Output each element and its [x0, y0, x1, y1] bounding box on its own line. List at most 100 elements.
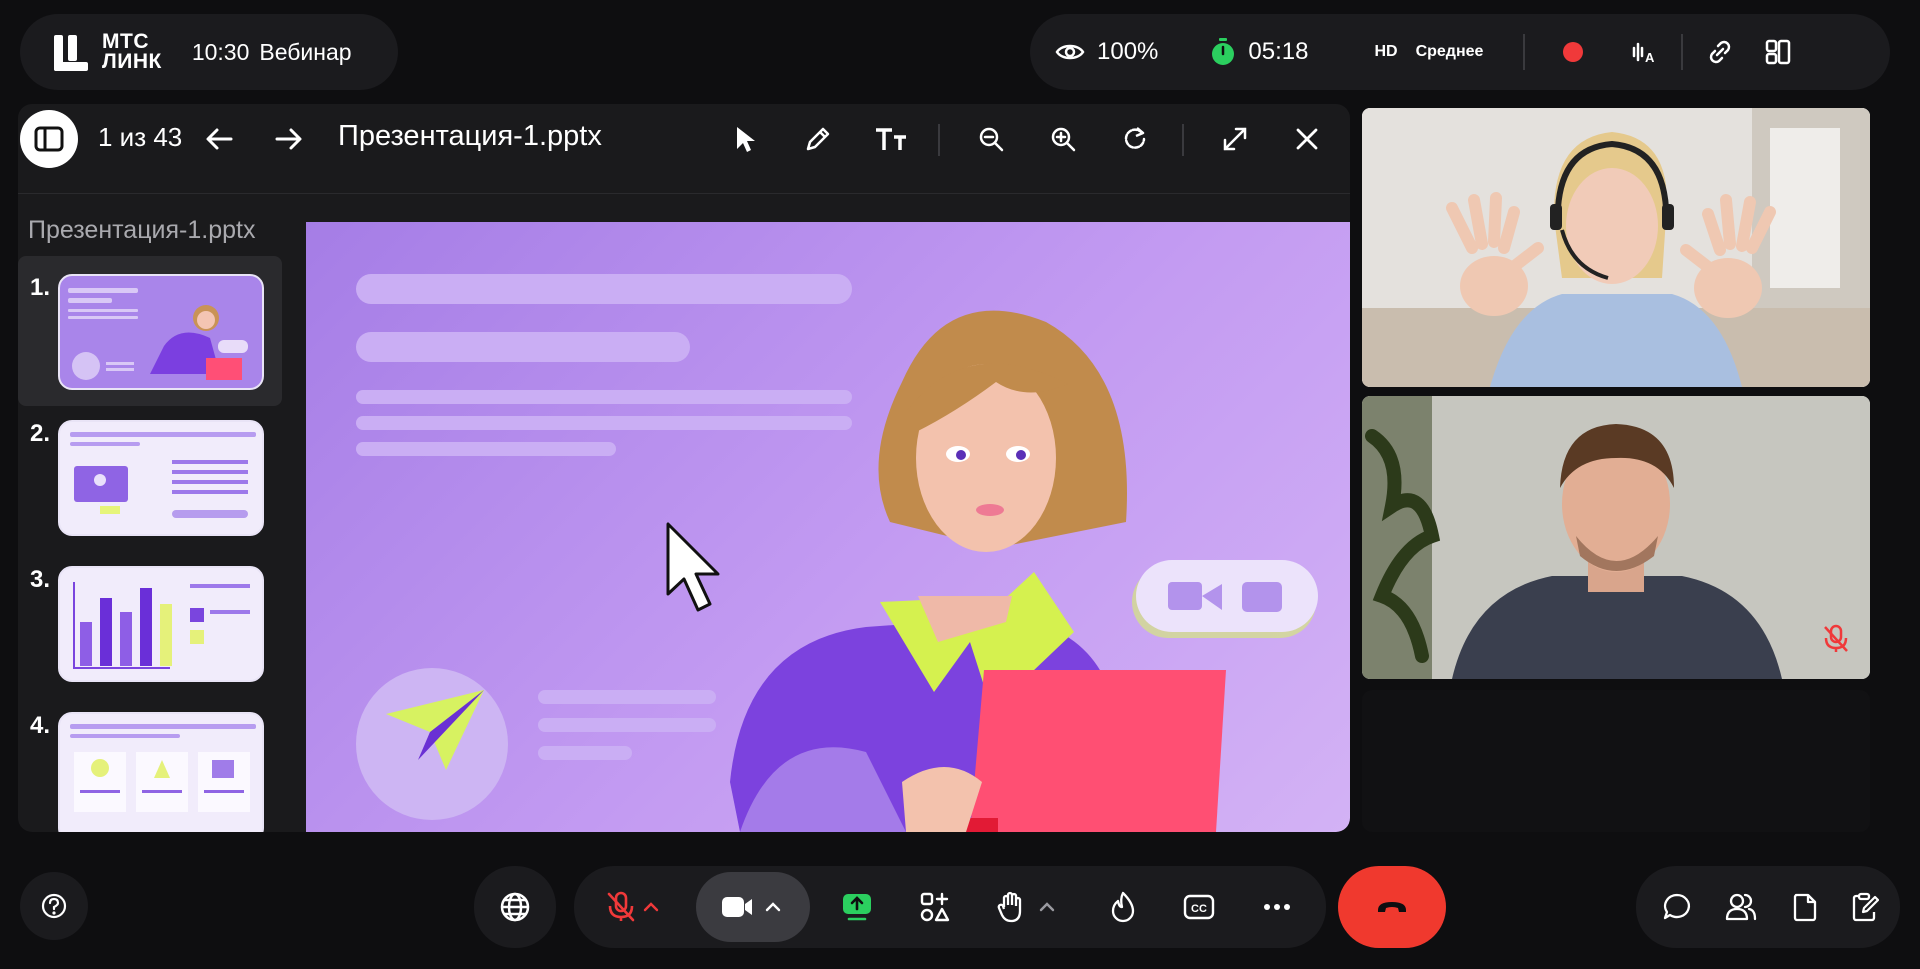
- timer-value: 05:18: [1248, 38, 1309, 65]
- share-screen-button[interactable]: [834, 884, 880, 930]
- brand-pill: МТС ЛИНК 10:30 Вебинар: [20, 14, 398, 90]
- recording-indicator[interactable]: [1563, 42, 1584, 62]
- svg-text:A: A: [1645, 50, 1655, 64]
- fullscreen-button[interactable]: [1212, 116, 1258, 162]
- mic-off-icon: [607, 891, 635, 922]
- stopwatch-icon: [1210, 38, 1236, 66]
- participants-icon: [1725, 893, 1757, 921]
- zoom-in-icon: [1051, 127, 1076, 152]
- participant-video-man[interactable]: [1362, 396, 1870, 679]
- more-button[interactable]: [1254, 884, 1300, 930]
- timer-indicator: 05:18: [1210, 38, 1308, 66]
- hand-options-button[interactable]: [1034, 884, 1060, 930]
- apps-button[interactable]: [912, 884, 958, 930]
- side-panels-bar: [1636, 866, 1900, 948]
- slide-thumbnail[interactable]: 3.: [18, 548, 282, 698]
- slide-thumbnail[interactable]: 2.: [18, 402, 282, 552]
- link-icon[interactable]: [1697, 29, 1743, 75]
- camera-icon: [722, 897, 752, 917]
- slide-illustration: [356, 274, 1318, 832]
- audio-language-icon[interactable]: A: [1621, 29, 1667, 75]
- help-button[interactable]: [20, 872, 88, 940]
- chat-icon: [1663, 893, 1691, 920]
- mts-link-logo-icon: [50, 33, 88, 71]
- prev-slide-button[interactable]: [196, 116, 242, 162]
- rotate-button[interactable]: [1112, 116, 1158, 162]
- camera-options-button[interactable]: [758, 884, 788, 930]
- help-icon: [41, 893, 67, 919]
- event-time: 10:30: [191, 38, 250, 65]
- captions-icon: CC: [1183, 894, 1215, 920]
- visibility-indicator[interactable]: 100%: [1055, 38, 1158, 66]
- share-screen-icon: [843, 894, 871, 921]
- arrow-right-icon: [275, 128, 302, 150]
- zoom-out-button[interactable]: [968, 116, 1014, 162]
- sidebar-toggle-button[interactable]: [20, 110, 78, 168]
- brand-name: МТС ЛИНК: [102, 30, 162, 73]
- files-icon: [1793, 893, 1817, 922]
- pointer-tool-button[interactable]: [722, 116, 768, 162]
- close-presentation-button[interactable]: [1284, 116, 1330, 162]
- captions-button[interactable]: CC: [1176, 884, 1222, 930]
- participant-video-woman[interactable]: [1362, 108, 1870, 387]
- more-icon: [1264, 904, 1290, 910]
- svg-text:CC: CC: [1191, 903, 1207, 915]
- language-button[interactable]: [474, 866, 556, 948]
- files-button[interactable]: [1782, 884, 1828, 930]
- layout-icon[interactable]: [1755, 29, 1801, 75]
- slide-thumbnail[interactable]: 1.: [18, 256, 282, 406]
- camera-toggle-button[interactable]: [714, 884, 760, 930]
- visibility-value: 100%: [1097, 38, 1159, 65]
- event-title: Вебинар: [259, 38, 352, 65]
- slide-number: 3.: [30, 566, 51, 593]
- text-tool-button[interactable]: [868, 116, 914, 162]
- divider: [1523, 34, 1526, 70]
- participants-button[interactable]: [1718, 884, 1764, 930]
- empty-video-slot: [1362, 690, 1870, 832]
- chat-button[interactable]: [1654, 884, 1700, 930]
- chevron-up-icon: [1039, 902, 1055, 912]
- next-slide-button[interactable]: [266, 116, 312, 162]
- participant-muted-icon: [1822, 624, 1850, 659]
- pencil-icon: [806, 127, 830, 151]
- slide-thumbnail[interactable]: 4.: [18, 694, 282, 832]
- fullscreen-icon: [1223, 127, 1247, 151]
- chevron-up-icon: [643, 902, 659, 912]
- presentation-panel: 1 из 43 Презентация-1.pptx Презентация-1…: [18, 104, 1350, 832]
- slide-number: 4.: [30, 712, 51, 739]
- zoom-out-icon: [979, 127, 1004, 152]
- divider: [1681, 34, 1684, 70]
- call-controls: CC: [574, 866, 1326, 948]
- raise-hand-icon: [997, 891, 1022, 923]
- arrow-left-icon: [206, 128, 233, 150]
- close-icon: [1296, 128, 1318, 150]
- sidebar-title: Презентация-1.pptx: [28, 216, 256, 244]
- pencil-tool-button[interactable]: [795, 116, 841, 162]
- quality-label[interactable]: HD: [1374, 43, 1397, 61]
- hangup-icon: [1378, 902, 1406, 912]
- divider: [1182, 124, 1184, 156]
- rotate-icon: [1124, 127, 1146, 149]
- slide-preview: [58, 274, 264, 390]
- chevron-up-icon: [765, 902, 781, 912]
- apps-icon: [920, 892, 950, 922]
- current-slide[interactable]: [306, 222, 1350, 832]
- slide-preview: [58, 420, 264, 536]
- reactions-button[interactable]: [1100, 884, 1146, 930]
- notes-icon: [1852, 892, 1879, 922]
- text-tool-icon: [876, 128, 906, 150]
- slide-preview: [58, 566, 264, 682]
- reaction-icon: [1111, 891, 1135, 923]
- divider: [938, 124, 940, 156]
- status-bar: 100% 05:18 HD Среднее A: [1030, 14, 1890, 90]
- leave-call-button[interactable]: [1338, 866, 1446, 948]
- slide-number: 1.: [30, 274, 51, 301]
- globe-icon: [500, 892, 530, 922]
- zoom-in-button[interactable]: [1040, 116, 1086, 162]
- mic-options-button[interactable]: [638, 884, 664, 930]
- notes-button[interactable]: [1842, 884, 1888, 930]
- quality-level[interactable]: Среднее: [1416, 43, 1484, 61]
- raise-hand-button[interactable]: [988, 884, 1034, 930]
- slide-preview: [58, 712, 264, 832]
- pointer-icon: [737, 127, 755, 152]
